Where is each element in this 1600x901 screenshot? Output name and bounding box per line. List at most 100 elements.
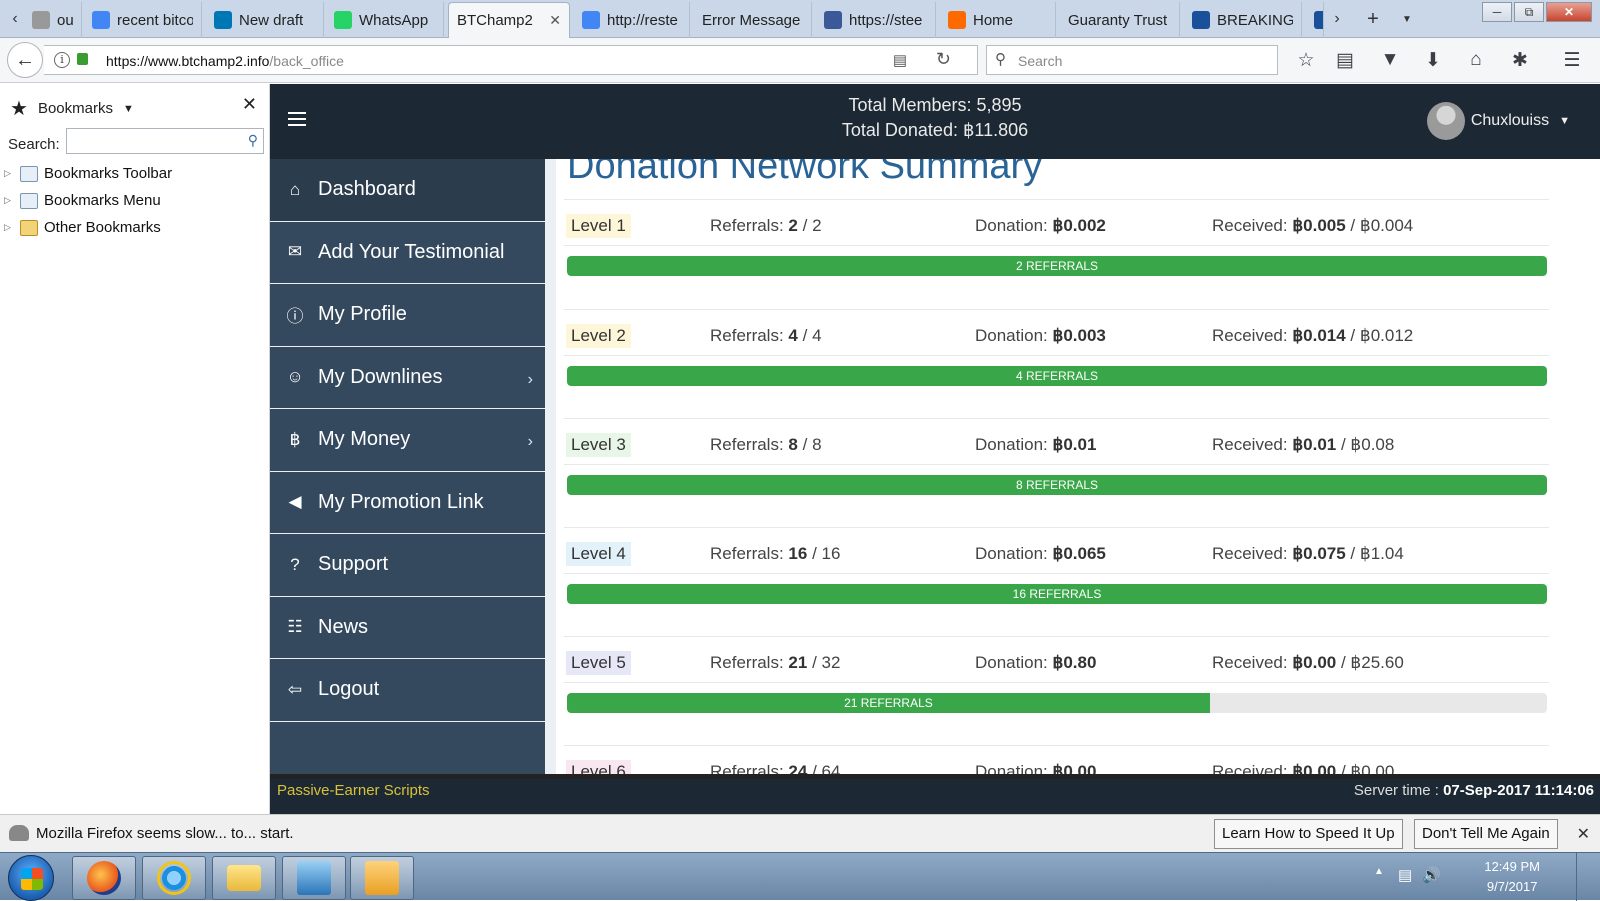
bookmark-folder[interactable]: ▷ Bookmarks Menu: [4, 187, 172, 214]
referrals-stat: Referrals: 2 / 2: [710, 216, 822, 235]
tab-scroll-right-icon[interactable]: ›: [1326, 0, 1348, 38]
new-tab-icon[interactable]: +: [1362, 0, 1384, 38]
home-icon[interactable]: ⌂: [1462, 46, 1490, 74]
start-button[interactable]: [8, 855, 54, 901]
nav-item-label: Dashboard: [318, 178, 416, 201]
reader-view-icon[interactable]: ▤: [893, 51, 907, 69]
bookmark-folder[interactable]: ▷ Bookmarks Toolbar: [4, 160, 172, 187]
browser-tab[interactable]: https://stee: [816, 2, 936, 38]
nav-item-label: My Promotion Link: [318, 490, 484, 513]
pocket-icon[interactable]: ▼: [1376, 46, 1404, 74]
nav-item-dashboard[interactable]: ⌂ Dashboard: [270, 159, 545, 222]
show-hidden-icons-icon[interactable]: ▲: [1374, 866, 1384, 877]
show-desktop-button[interactable]: [1576, 853, 1590, 901]
bookmarks-search-label: Search:: [8, 136, 60, 153]
browser-tab[interactable]: Home: [940, 2, 1056, 38]
received-stat: Received: ฿0.01 / ฿0.08: [1212, 435, 1395, 454]
network-icon[interactable]: ▤: [1398, 866, 1412, 884]
info-icon: ⓘ: [286, 307, 304, 327]
linkedin-icon: [214, 11, 232, 29]
folder-icon: [20, 165, 38, 182]
orange-square-icon: [948, 11, 966, 29]
taskbar-file-explorer[interactable]: [212, 856, 276, 900]
site-sidebar-nav: ⌂ Dashboard ✉ Add Your Testimonial ⓘ My Profi…: [270, 159, 545, 774]
bookmarks-header[interactable]: ★ Bookmarks ▼: [10, 96, 134, 121]
reload-icon[interactable]: ↻: [936, 49, 951, 70]
bullhorn-icon: ◀: [288, 492, 302, 512]
dont-tell-again-button[interactable]: Don't Tell Me Again: [1414, 819, 1558, 849]
extension-icon[interactable]: ✱: [1506, 46, 1534, 74]
volume-icon[interactable]: 🔊: [1422, 866, 1441, 884]
taskbar-outlook[interactable]: [350, 856, 414, 900]
browser-tab[interactable]: ouis (: [24, 2, 82, 38]
nav-item-my-money[interactable]: ฿ My Money ›: [270, 409, 545, 472]
referrals-stat: Referrals: 4 / 4: [710, 326, 822, 345]
search-input[interactable]: ⚲ Search: [986, 45, 1278, 75]
close-window-icon[interactable]: ✕: [1546, 2, 1592, 22]
restore-window-icon[interactable]: ⧉: [1514, 2, 1544, 22]
browser-tab[interactable]: BTChamp2 | ✕: [448, 2, 570, 38]
nav-item-my-profile[interactable]: ⓘ My Profile: [270, 284, 545, 347]
referrals-stat: Referrals: 16 / 16: [710, 544, 841, 563]
nav-item-add-your-testimonial[interactable]: ✉ Add Your Testimonial: [270, 222, 545, 284]
browser-tab[interactable]: [1306, 2, 1324, 38]
nav-item-my-downlines[interactable]: ☺ My Downlines ›: [270, 347, 545, 409]
menu-icon[interactable]: ☰: [1558, 46, 1586, 74]
chevron-right-icon: ›: [527, 433, 533, 450]
bookmarks-list-icon[interactable]: ▤: [1331, 46, 1359, 74]
browser-tab[interactable]: Guaranty Trust: [1060, 2, 1180, 38]
browser-tab[interactable]: BREAKING: [1184, 2, 1302, 38]
nav-item-label: My Downlines: [318, 365, 443, 388]
expand-triangle-icon[interactable]: ▷: [4, 195, 14, 206]
chevron-right-icon: ›: [527, 370, 533, 388]
donation-stat: Donation: ฿0.00: [975, 762, 1097, 774]
referrals-stat: Referrals: 8 / 8: [710, 435, 822, 454]
browser-tab[interactable]: New draft: [206, 2, 324, 38]
website: Total Members: 5,895 Total Donated: ฿11.…: [270, 84, 1600, 814]
total-donated: Total Donated: ฿11.806: [841, 120, 1029, 140]
donation-stat: Donation: ฿0.003: [975, 326, 1106, 345]
taskbar-internet-explorer[interactable]: [142, 856, 206, 900]
taskbar-firefox[interactable]: [72, 856, 136, 900]
bookmark-star-icon[interactable]: ☆: [1292, 46, 1320, 74]
tab-scroll-left-icon[interactable]: ‹: [4, 0, 26, 38]
browser-tab[interactable]: recent bitco: [84, 2, 202, 38]
browser-tab[interactable]: WhatsApp: [326, 2, 444, 38]
bookmark-folder[interactable]: ▷ Other Bookmarks: [4, 214, 172, 241]
comment-icon: ✉: [287, 242, 303, 262]
folder-icon: [20, 219, 38, 236]
user-menu[interactable]: Chuxlouiss ▼: [1426, 102, 1570, 140]
taskbar-remote-desktop[interactable]: [282, 856, 346, 900]
browser-tab[interactable]: Error Message: [694, 2, 812, 38]
tab-title: https://stee: [849, 11, 923, 29]
browser-tab[interactable]: http://reste: [574, 2, 690, 38]
level-badge: Level 4: [566, 542, 631, 566]
expand-triangle-icon[interactable]: ▷: [4, 168, 14, 179]
learn-speed-up-button[interactable]: Learn How to Speed It Up: [1214, 819, 1403, 849]
nav-item-news[interactable]: ☷ News: [270, 597, 545, 659]
donation-stat: Donation: ฿0.002: [975, 216, 1106, 235]
nav-item-support[interactable]: ? Support: [270, 534, 545, 597]
padlock-icon[interactable]: [77, 53, 88, 65]
close-tab-icon[interactable]: ✕: [549, 12, 561, 29]
back-arrow-icon[interactable]: ←: [7, 42, 43, 78]
minimize-window-icon[interactable]: ─: [1482, 2, 1512, 22]
footer-credit[interactable]: Passive-Earner Scripts: [277, 782, 430, 799]
downloads-icon[interactable]: ⬇: [1419, 46, 1447, 74]
nav-item-logout[interactable]: ⇦ Logout: [270, 659, 545, 722]
referral-progress-label: 16 REFERRALS: [1012, 587, 1102, 601]
nav-item-my-promotion-link[interactable]: ◀ My Promotion Link: [270, 472, 545, 534]
tab-list-chevron-down-icon[interactable]: ▼: [1396, 0, 1418, 38]
referral-progress-bar: 21 REFERRALS: [567, 693, 1547, 713]
address-bar[interactable]: i https://www.btchamp2.info/back_office …: [44, 45, 978, 75]
site-info-icon[interactable]: i: [54, 52, 70, 68]
expand-triangle-icon[interactable]: ▷: [4, 222, 14, 233]
bookmarks-search-input[interactable]: ⚲: [66, 128, 264, 154]
clock[interactable]: 12:49 PM 9/7/2017: [1484, 857, 1540, 897]
windows-logo-icon: [21, 868, 43, 890]
level-row: Level 2 Referrals: 4 / 4 Donation: ฿0.003 R…: [564, 309, 1549, 418]
referral-progress-label: 2 REFERRALS: [1015, 259, 1099, 273]
remote-desktop-icon: [297, 861, 331, 895]
close-sidebar-icon[interactable]: ✕: [242, 94, 257, 115]
close-notification-icon[interactable]: ✕: [1577, 824, 1590, 844]
